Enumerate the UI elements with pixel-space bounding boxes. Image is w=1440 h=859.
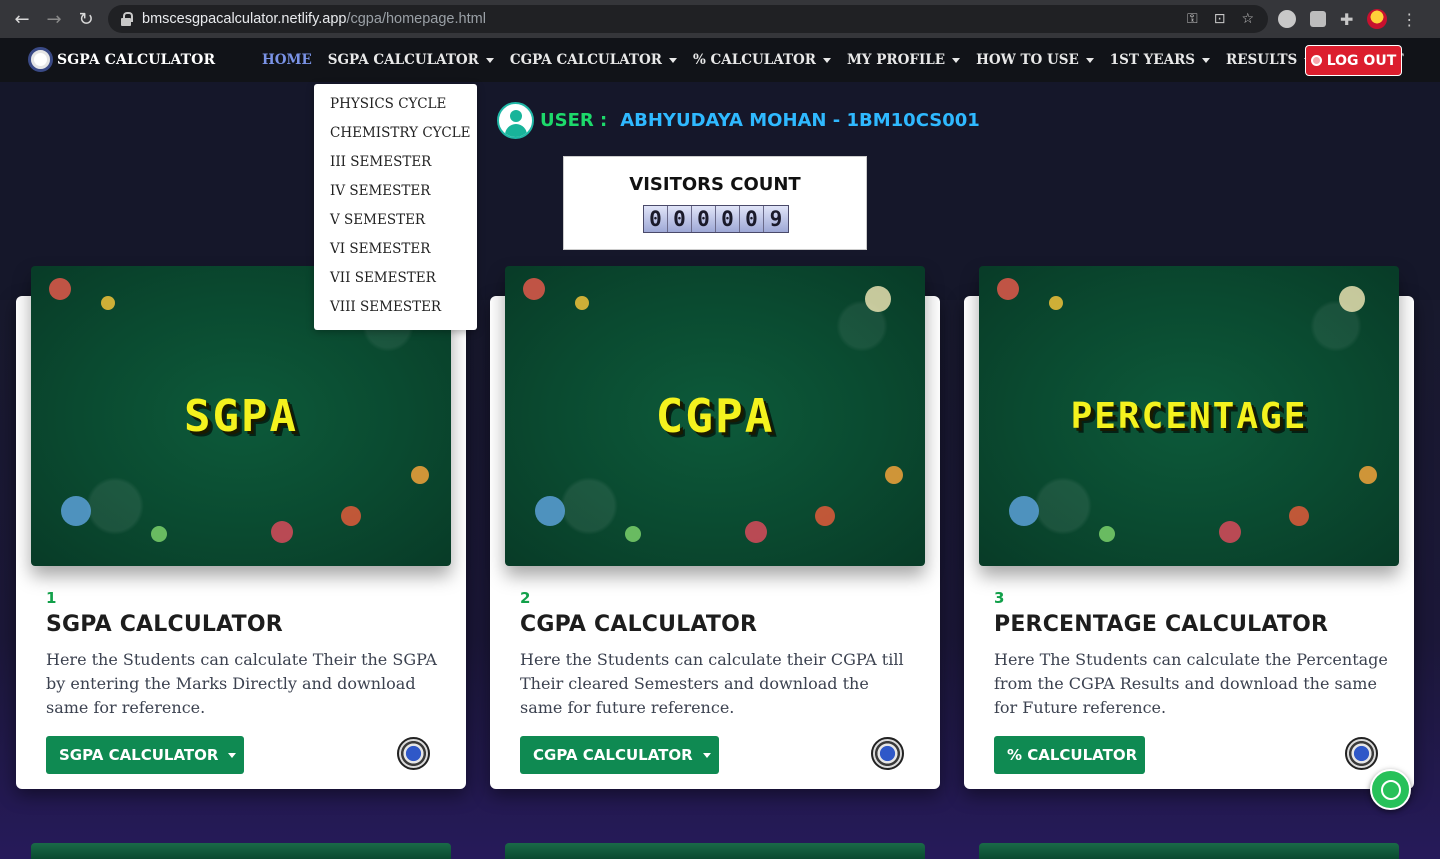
url-host: bmscesgpacalculator.netlify.app (142, 11, 347, 27)
card-title: CGPA CALCULATOR (520, 612, 758, 637)
menu-kebab-icon[interactable]: ⋮ (1401, 10, 1417, 29)
dropdown-item[interactable]: VI SEMESTER (314, 238, 477, 267)
dropdown-item[interactable]: III SEMESTER (314, 151, 477, 180)
brand[interactable]: SGPA CALCULATOR (28, 47, 215, 72)
back-arrow-icon[interactable]: ← (6, 0, 38, 38)
card-image-title: PERCENTAGE (1070, 395, 1308, 437)
nav-item-label: CGPA CALCULATOR (509, 52, 662, 68)
college-badge-icon (1345, 737, 1378, 770)
nav-item-results[interactable]: RESULTS (1226, 52, 1313, 68)
card-description: Here the Students can calculate their CG… (520, 650, 904, 717)
card-action-button[interactable]: % CALCULATOR (994, 736, 1145, 774)
nav-item-my-profile[interactable]: MY PROFILE (846, 52, 961, 68)
site-navbar: SGPA CALCULATOR HOME SGPA CALCULATOR CGPA … (0, 38, 1440, 82)
nav-menu: HOME SGPA CALCULATOR CGPA CALCULATOR % CALC… (262, 38, 1420, 82)
card-description: Here the Students can calculate Their th… (46, 650, 437, 717)
card-image: CGPA (505, 266, 925, 566)
profile-avatar-icon[interactable] (1367, 9, 1388, 29)
counter-digit: 0 (716, 206, 740, 232)
nav-item-label: % CALCULATOR (692, 52, 816, 68)
card-title: SGPA CALCULATOR (46, 612, 283, 637)
next-card-image (979, 843, 1399, 859)
nav-item-label: MY PROFILE (846, 52, 946, 68)
card-number: 3 (994, 589, 1005, 607)
key-icon[interactable]: ⚿ (1187, 11, 1198, 27)
dropdown-item[interactable]: PHYSICS CYCLE (314, 93, 477, 122)
caret-down-icon (702, 752, 711, 758)
caret-down-icon (1085, 57, 1094, 63)
college-badge-icon (871, 737, 904, 770)
caret-down-icon (228, 752, 237, 758)
college-logo-icon (28, 47, 53, 72)
user-info: USER : ABHYUDAYA MOHAN - 1BM10CS001 (497, 101, 980, 139)
address-bar[interactable]: bmscesgpacalculator.netlify.app/cgpa/hom… (108, 5, 1268, 33)
nav-item-label: 1ST YEARS (1109, 52, 1196, 68)
user-label: USER : (540, 109, 608, 131)
extension-icon[interactable] (1278, 10, 1296, 28)
reload-icon[interactable]: ↻ (70, 0, 102, 38)
nav-item-calculator[interactable]: % CALCULATOR (693, 52, 831, 68)
counter-digit: 9 (764, 206, 788, 232)
card-action-button[interactable]: CGPA CALCULATOR (520, 736, 719, 774)
nav-item-home[interactable]: HOME (262, 52, 312, 68)
card-button-label: CGPA CALCULATOR (533, 746, 693, 764)
dropdown-item[interactable]: IV SEMESTER (314, 180, 477, 209)
whatsapp-icon (1380, 779, 1401, 800)
caret-down-icon (1202, 57, 1211, 63)
logout-label: LOG OUT (1326, 52, 1397, 69)
nav-item-how-to-use[interactable]: HOW TO USE (976, 52, 1094, 68)
card-title: PERCENTAGE CALCULATOR (994, 612, 1329, 637)
visitors-title: VISITORS COUNT (629, 174, 801, 195)
card-number: 2 (520, 589, 531, 607)
counter-digit: 0 (644, 206, 668, 232)
visitor-counter: 000009 (643, 205, 789, 233)
sgpa-dropdown-menu: PHYSICS CYCLE CHEMISTRY CYCLE III SEMESTER… (314, 84, 477, 330)
brand-title: SGPA CALCULATOR (57, 51, 216, 68)
caret-down-icon (668, 57, 677, 63)
card-button-label: % CALCULATOR (1007, 746, 1138, 764)
card-image-title: CGPA (655, 389, 775, 443)
url-path: /cgpa/homepage.html (346, 11, 486, 27)
whatsapp-chat-button[interactable] (1370, 769, 1411, 810)
dropdown-item[interactable]: VIII SEMESTER (314, 296, 477, 325)
counter-digit: 0 (740, 206, 764, 232)
power-icon (1310, 55, 1322, 66)
nav-item-label: SGPA CALCULATOR (327, 52, 479, 68)
college-badge-icon (397, 737, 430, 770)
extension-grid-icon[interactable] (1310, 11, 1326, 27)
nav-item-label: HOME (262, 52, 312, 68)
lock-icon (120, 12, 133, 26)
card-button-label: SGPA CALCULATOR (59, 746, 219, 764)
nav-item-sgpa-calculator[interactable]: SGPA CALCULATOR (328, 52, 494, 68)
counter-digit: 0 (692, 206, 716, 232)
nav-item-label: RESULTS (1226, 52, 1298, 68)
caret-down-icon (822, 57, 831, 63)
next-card-image (31, 843, 451, 859)
nav-item-cgpa-calculator[interactable]: CGPA CALCULATOR (510, 52, 677, 68)
puzzle-icon[interactable]: ✚ (1340, 10, 1353, 29)
user-avatar-icon (497, 101, 534, 139)
nav-item-label: HOW TO USE (976, 52, 1079, 68)
browser-toolbar: ← → ↻ bmscesgpacalculator.netlify.app/cg… (0, 0, 1440, 38)
card-action-button[interactable]: SGPA CALCULATOR (46, 736, 244, 774)
caret-down-icon (485, 57, 494, 63)
user-name: ABHYUDAYA MOHAN - 1BM10CS001 (620, 109, 980, 131)
next-card-image (505, 843, 925, 859)
forward-arrow-icon[interactable]: → (38, 0, 70, 38)
card-image: PERCENTAGE (979, 266, 1399, 566)
card-number: 1 (46, 589, 57, 607)
translate-icon[interactable]: ⊡ (1214, 11, 1226, 27)
nav-item-1st-years[interactable]: 1ST YEARS (1109, 52, 1211, 68)
counter-digit: 0 (668, 206, 692, 232)
visitors-count-box: VISITORS COUNT 000009 (563, 156, 867, 250)
dropdown-item[interactable]: V SEMESTER (314, 209, 477, 238)
dropdown-item[interactable]: CHEMISTRY CYCLE (314, 122, 477, 151)
dropdown-item[interactable]: VII SEMESTER (314, 267, 477, 296)
logout-button[interactable]: LOG OUT (1305, 45, 1402, 76)
star-icon[interactable]: ☆ (1241, 11, 1254, 27)
card-description: Here The Students can calculate the Perc… (994, 650, 1388, 717)
caret-down-icon (952, 57, 961, 63)
